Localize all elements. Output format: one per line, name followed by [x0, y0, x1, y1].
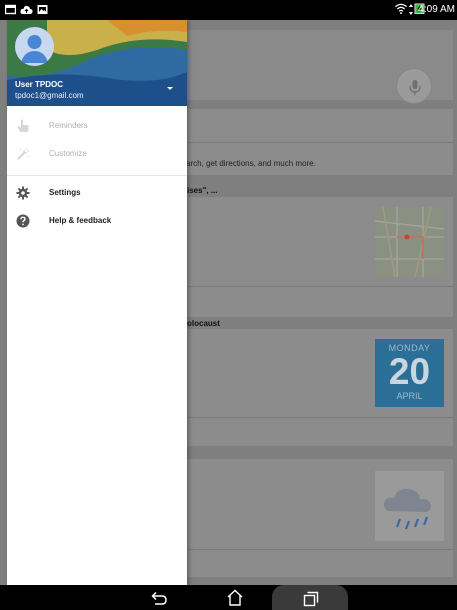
calendar-date: 20 — [388, 351, 431, 392]
calendar-thumbnail: MONDAY 20 APRIL — [375, 339, 444, 407]
drawer-item-reminders[interactable]: Reminders — [7, 114, 187, 138]
pointing-hand-icon — [17, 119, 29, 132]
drawer-item-help-feedback[interactable]: Help & feedback — [7, 209, 187, 233]
map-thumbnail — [375, 207, 444, 277]
account-header[interactable]: User TPDOC tpdoc1@gmail.com — [7, 20, 187, 106]
image-icon — [37, 5, 48, 14]
microphone-icon — [409, 80, 421, 95]
section-header: ises", ... — [187, 186, 218, 195]
drawer-item-label: Settings — [49, 188, 81, 197]
rain-cloud-icon — [383, 488, 431, 530]
drawer-divider — [7, 175, 187, 176]
magic-wand-icon — [17, 148, 30, 160]
drawer-item-customize[interactable]: Customize — [7, 142, 187, 166]
help-circle-icon — [16, 214, 30, 228]
back-icon[interactable] — [149, 589, 169, 609]
mail-icon — [5, 4, 16, 15]
cloud-upload-icon — [20, 5, 33, 14]
user-icon — [21, 35, 48, 63]
card-divider — [181, 142, 453, 143]
gear-icon — [16, 186, 30, 200]
signal-arrows-icon — [409, 4, 413, 15]
card-divider — [181, 286, 453, 287]
card-divider — [181, 549, 453, 550]
mic-button[interactable] — [396, 68, 432, 104]
account-dropdown-icon[interactable] — [167, 87, 173, 90]
weather-thumbnail — [375, 471, 444, 541]
status-bar: 4:09 AM — [0, 0, 457, 20]
drawer-item-label: Reminders — [49, 121, 88, 130]
drawer-item-settings[interactable]: Settings — [7, 181, 187, 205]
home-icon[interactable] — [225, 588, 245, 608]
user-name: User TPDOC — [15, 80, 64, 89]
status-time: 4:09 AM — [418, 4, 455, 15]
avatar[interactable] — [15, 27, 54, 66]
drawer-item-label: Customize — [49, 149, 87, 158]
wifi-icon — [395, 3, 407, 14]
user-email: tpdoc1@gmail.com — [15, 91, 84, 100]
section-header: olocaust — [187, 319, 220, 328]
hint-card-text: arch, get directions, and much more. — [186, 159, 316, 168]
recents-icon[interactable] — [301, 589, 321, 609]
card-divider — [181, 417, 453, 418]
calendar-month: APRIL — [396, 391, 423, 401]
drawer-item-label: Help & feedback — [49, 216, 112, 225]
navigation-drawer: User TPDOC tpdoc1@gmail.com Reminders Cu… — [7, 20, 187, 585]
